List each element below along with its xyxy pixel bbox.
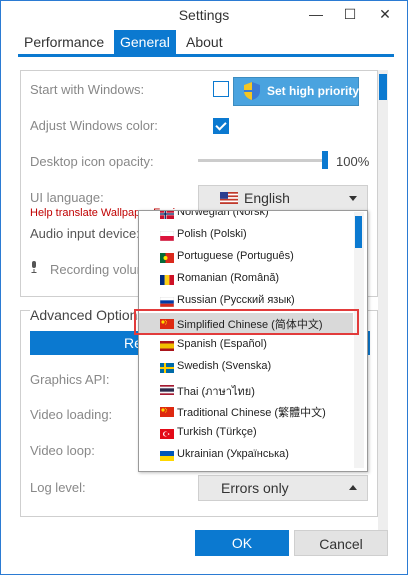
russia-flag-icon xyxy=(160,297,174,307)
ukraine-flag-icon xyxy=(160,451,174,461)
china-flag-icon xyxy=(160,407,174,417)
opacity-value: 100% xyxy=(336,154,370,169)
chevron-up-icon xyxy=(349,485,357,490)
language-option-label: Ukrainian (Українська) xyxy=(177,448,289,460)
tab-performance[interactable]: Performance xyxy=(18,30,110,54)
log-level-value: Errors only xyxy=(221,480,289,496)
minimize-button[interactable]: — xyxy=(299,1,333,29)
language-option-polish[interactable]: Polish (Polski) xyxy=(139,225,353,247)
language-option-traditional-chinese[interactable]: Traditional Chinese (繁體中文) xyxy=(139,401,353,423)
close-icon: ✕ xyxy=(379,6,391,22)
set-high-priority-label: Set high priority xyxy=(267,84,360,98)
language-option-label: Russian (Русский язык) xyxy=(177,294,295,306)
language-option-turkish[interactable]: Turkish (Türkçe) xyxy=(139,423,353,445)
language-option-romanian[interactable]: Romanian (Română) xyxy=(139,269,353,291)
tab-about[interactable]: About xyxy=(180,30,229,54)
selection-highlight-box xyxy=(134,309,359,335)
ui-language-value: English xyxy=(244,190,290,206)
language-option-label: Turkish (Türkçe) xyxy=(177,426,257,438)
ui-language-select[interactable]: English xyxy=(198,185,368,211)
language-dropdown-scrollbar-thumb[interactable] xyxy=(355,216,362,248)
language-option-portuguese[interactable]: Portuguese (Português) xyxy=(139,247,353,269)
romania-flag-icon xyxy=(160,275,174,285)
title-bar: Settings — ☐ ✕ xyxy=(1,1,407,29)
spain-flag-icon xyxy=(160,341,174,351)
tab-underline xyxy=(18,54,394,57)
adjust-windows-color-label: Adjust Windows color: xyxy=(30,118,158,133)
opacity-slider-track[interactable] xyxy=(198,159,326,162)
desktop-icon-opacity-label: Desktop icon opacity: xyxy=(30,154,154,169)
cancel-button[interactable]: Cancel xyxy=(294,530,388,556)
norway-flag-icon xyxy=(160,211,174,219)
adjust-windows-color-checkbox[interactable] xyxy=(213,118,229,134)
ok-button[interactable]: OK xyxy=(195,530,289,556)
opacity-slider-thumb[interactable] xyxy=(322,151,328,169)
turkey-flag-icon xyxy=(160,429,174,439)
language-option-label: Swedish (Svenska) xyxy=(177,360,272,372)
poland-flag-icon xyxy=(160,231,174,241)
shield-icon xyxy=(244,82,260,100)
main-scrollbar-thumb[interactable] xyxy=(379,74,387,100)
graphics-api-label: Graphics API: xyxy=(30,372,110,387)
video-loading-label: Video loading: xyxy=(30,407,113,422)
language-option-label: Thai (ภาษาไทย) xyxy=(177,386,255,398)
start-with-windows-label: Start with Windows: xyxy=(30,82,145,97)
close-button[interactable]: ✕ xyxy=(363,1,407,29)
ui-language-label: UI language: xyxy=(30,190,104,205)
language-option-ukrainian[interactable]: Ukrainian (Українська) xyxy=(139,445,353,467)
language-option-swedish[interactable]: Swedish (Svenska) xyxy=(139,357,353,379)
maximize-icon: ☐ xyxy=(343,6,357,22)
language-option-label: Spanish (Español) xyxy=(177,338,267,350)
language-dropdown-scrollbar[interactable] xyxy=(354,212,364,468)
minimize-icon: — xyxy=(309,6,323,22)
language-option-label: Portuguese (Português) xyxy=(177,250,294,262)
us-flag-icon xyxy=(220,192,238,204)
log-level-select[interactable]: Errors only xyxy=(198,475,368,501)
language-dropdown-list: Norwegian (Norsk) Polish (Polski) Portug… xyxy=(138,210,368,472)
language-option-thai[interactable]: Thai (ภาษาไทย) xyxy=(139,379,353,401)
language-option-spanish[interactable]: Spanish (Español) xyxy=(139,335,353,357)
language-option-label: Norwegian (Norsk) xyxy=(177,210,269,218)
microphone-icon xyxy=(31,261,37,273)
sweden-flag-icon xyxy=(160,363,174,373)
video-loop-label: Video loop: xyxy=(30,443,95,458)
chevron-down-icon xyxy=(349,196,357,201)
log-level-label: Log level: xyxy=(30,480,86,495)
tab-general[interactable]: General xyxy=(114,30,176,54)
maximize-button[interactable]: ☐ xyxy=(333,1,367,29)
main-scrollbar[interactable] xyxy=(378,70,388,530)
start-with-windows-checkbox[interactable] xyxy=(213,81,229,97)
portugal-flag-icon xyxy=(160,253,174,263)
language-option-label: Romanian (Română) xyxy=(177,272,280,284)
audio-input-device-label: Audio input device: xyxy=(30,226,140,241)
language-option-label: Traditional Chinese (繁體中文) xyxy=(177,407,326,419)
language-option-norwegian[interactable]: Norwegian (Norsk) xyxy=(139,210,353,225)
thailand-flag-icon xyxy=(160,385,174,395)
set-high-priority-button[interactable]: Set high priority xyxy=(233,77,359,106)
language-option-label: Polish (Polski) xyxy=(177,228,247,240)
advanced-options-title: Advanced Options xyxy=(30,307,149,323)
